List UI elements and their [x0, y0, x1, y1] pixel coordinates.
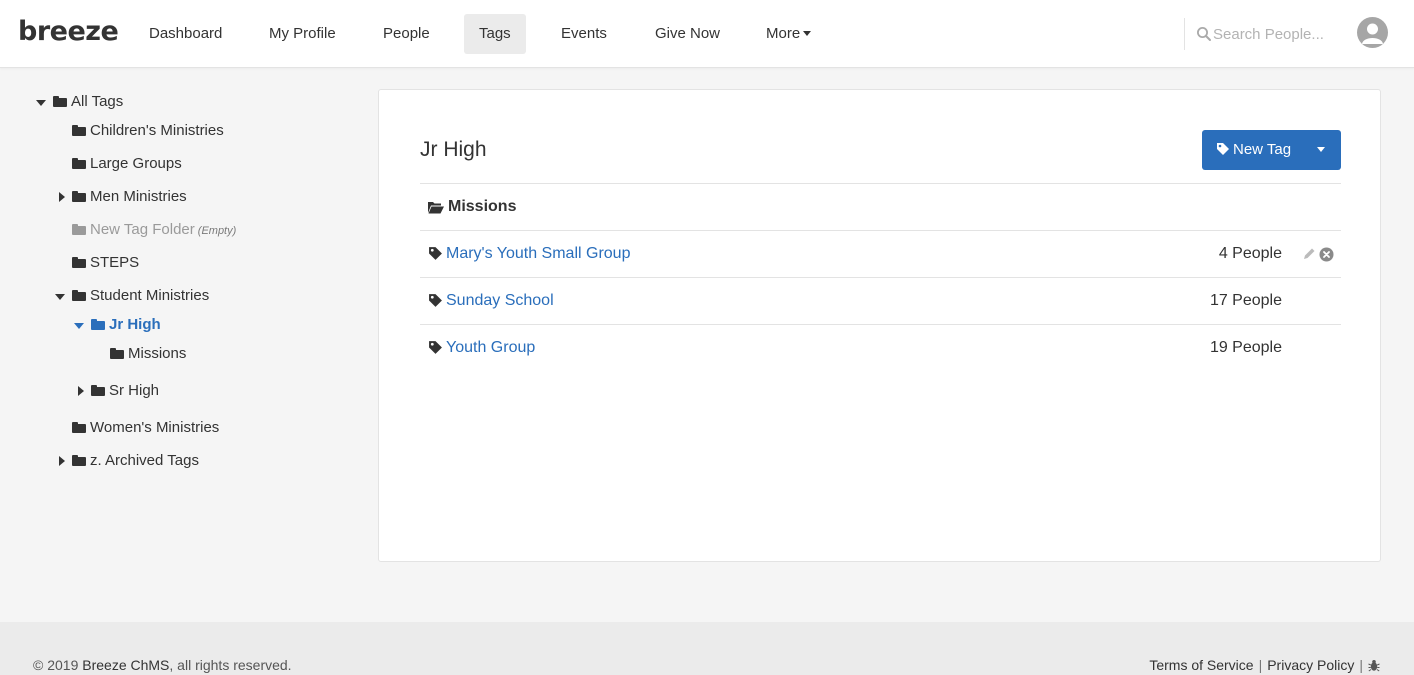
- footer-links: Terms of Service | Privacy Policy |: [1149, 657, 1380, 673]
- tree-label: New Tag Folder: [90, 221, 195, 238]
- search-box: [1184, 18, 1334, 50]
- tree-item-missions[interactable]: Missions: [110, 342, 186, 366]
- folder-icon: [72, 422, 86, 433]
- collapse-arrow-icon[interactable]: [74, 323, 84, 329]
- nav-my-profile[interactable]: My Profile: [254, 14, 351, 54]
- tag-link[interactable]: Sunday School: [446, 289, 554, 313]
- tree-label: Children's Ministries: [90, 122, 224, 139]
- tag-row[interactable]: Mary's Youth Small Group 4 People: [420, 231, 1341, 277]
- folder-icon: [110, 348, 124, 359]
- tree-item-childrens-ministries[interactable]: Children's Ministries: [72, 119, 224, 143]
- copyright-suffix: , all rights reserved.: [169, 657, 292, 673]
- folder-icon: [91, 319, 105, 330]
- tree-item-steps[interactable]: STEPS: [72, 251, 139, 275]
- new-tag-button[interactable]: New Tag: [1202, 130, 1303, 170]
- tree-label: Large Groups: [90, 155, 182, 172]
- folder-icon: [72, 455, 86, 466]
- tree-item-large-groups[interactable]: Large Groups: [72, 152, 182, 176]
- tag-folder-panel: Jr High New Tag Missions Mary's Youth Sm…: [378, 89, 1381, 562]
- folder-icon: [91, 385, 105, 396]
- chevron-down-icon: [803, 31, 812, 36]
- pencil-icon[interactable]: [1302, 247, 1316, 261]
- tree-label: z. Archived Tags: [90, 452, 199, 469]
- brand-link[interactable]: Breeze ChMS: [82, 657, 169, 673]
- tag-icon: [1217, 143, 1229, 155]
- user-icon: [1362, 23, 1383, 44]
- tag-row[interactable]: Sunday School 17 People: [420, 278, 1341, 324]
- empty-note: (Empty): [197, 225, 237, 237]
- separator: |: [1258, 657, 1263, 673]
- terms-link[interactable]: Terms of Service: [1149, 657, 1253, 673]
- folder-open-icon: [428, 202, 444, 214]
- tag-row[interactable]: Youth Group 19 People: [420, 325, 1341, 371]
- tree-label: All Tags: [71, 93, 124, 110]
- search-icon: [1197, 27, 1211, 41]
- expand-arrow-icon[interactable]: [78, 386, 84, 396]
- folder-icon: [72, 290, 86, 301]
- people-count: 4 People: [1218, 245, 1282, 262]
- top-navbar: breeze Dashboard My Profile People Tags …: [0, 0, 1414, 68]
- copyright: © 2019 Breeze ChMS, all rights reserved.: [33, 657, 292, 673]
- folder-row-missions[interactable]: Missions: [420, 184, 1341, 230]
- folder-icon: [72, 224, 86, 235]
- footer: © 2019 Breeze ChMS, all rights reserved.…: [0, 622, 1414, 675]
- tree-label: Jr High: [109, 316, 161, 333]
- tree-label: Men Ministries: [90, 188, 187, 205]
- tree-label: STEPS: [90, 254, 140, 271]
- tree-item-womens-ministries[interactable]: Women's Ministries: [72, 416, 219, 440]
- user-avatar[interactable]: [1357, 17, 1388, 48]
- nav-more-label: More: [766, 25, 801, 42]
- tree-label: Women's Ministries: [90, 419, 220, 436]
- nav-events[interactable]: Events: [546, 14, 622, 54]
- nav-people[interactable]: People: [368, 14, 445, 54]
- copyright-prefix: © 2019: [33, 657, 79, 673]
- tree-label: Student Ministries: [90, 287, 210, 304]
- tree-item-new-tag-folder[interactable]: New Tag Folder (Empty): [72, 218, 236, 242]
- separator: |: [1359, 657, 1363, 673]
- folder-icon: [72, 158, 86, 169]
- folder-icon: [72, 257, 86, 268]
- people-count: 19 People: [1209, 339, 1282, 356]
- remove-circle-icon[interactable]: [1319, 247, 1334, 262]
- bug-icon[interactable]: [1368, 659, 1380, 672]
- new-tag-label: New Tag: [1233, 141, 1292, 158]
- nav-give-now[interactable]: Give Now: [640, 14, 735, 54]
- collapse-arrow-icon[interactable]: [36, 100, 46, 106]
- tree-label: Sr High: [109, 382, 160, 399]
- expand-arrow-icon[interactable]: [59, 192, 65, 202]
- nav-more[interactable]: More: [751, 14, 826, 54]
- privacy-link[interactable]: Privacy Policy: [1267, 657, 1354, 673]
- folder-icon: [53, 96, 67, 107]
- people-count: 17 People: [1209, 292, 1282, 309]
- tag-icon: [429, 341, 442, 354]
- tag-link[interactable]: Mary's Youth Small Group: [446, 242, 630, 266]
- nav-tags[interactable]: Tags: [464, 14, 526, 54]
- folder-row-label: Missions: [448, 198, 517, 215]
- folder-icon: [72, 125, 86, 136]
- search-input[interactable]: [1213, 22, 1331, 46]
- expand-arrow-icon[interactable]: [59, 456, 65, 466]
- tag-link[interactable]: Youth Group: [446, 336, 535, 360]
- new-tag-dropdown-toggle[interactable]: [1303, 130, 1341, 170]
- collapse-arrow-icon[interactable]: [55, 294, 65, 300]
- nav-dashboard[interactable]: Dashboard: [134, 14, 237, 54]
- new-tag-button-group: New Tag: [1202, 130, 1341, 170]
- tree-label: Missions: [128, 345, 187, 362]
- page-title: Jr High: [420, 138, 487, 161]
- folder-icon: [72, 191, 86, 202]
- tag-icon: [429, 247, 442, 260]
- tag-icon: [429, 294, 442, 307]
- breeze-logo[interactable]: breeze: [18, 18, 119, 46]
